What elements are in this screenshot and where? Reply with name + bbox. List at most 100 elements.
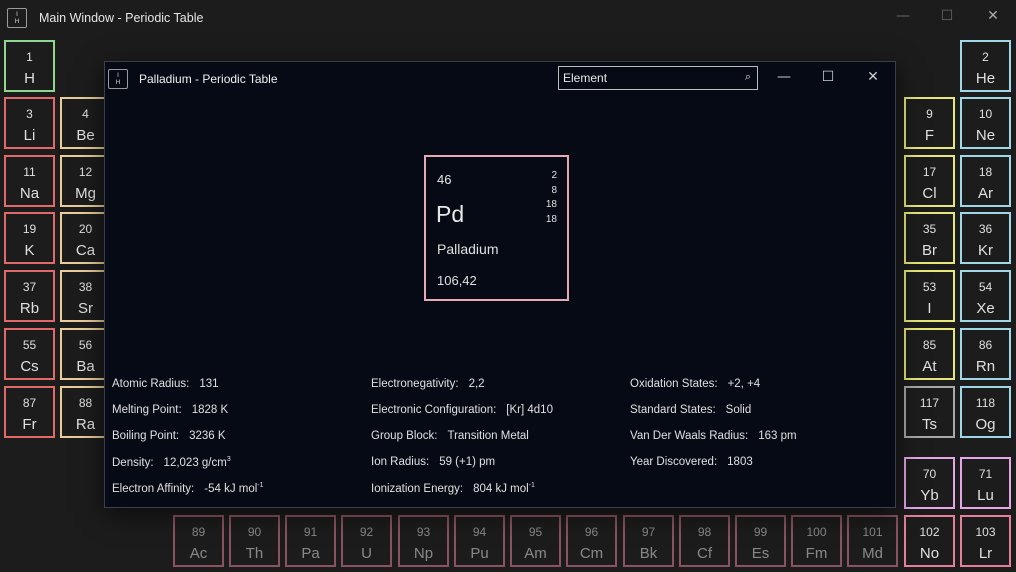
tile-atomic-number: 56 [78, 338, 93, 352]
element-tile-k[interactable]: 19 K [4, 212, 55, 264]
tile-atomic-number: 4 [82, 107, 89, 121]
prop-value: 59 (+1) pm [439, 456, 496, 468]
element-tile-th[interactable]: 90 Th [229, 515, 280, 567]
element-tile-rn[interactable]: 86 Rn [960, 328, 1011, 380]
element-tile-he[interactable]: 2 He [960, 40, 1011, 92]
main-close-button[interactable]: ✕ [970, 0, 1016, 32]
element-tile-kr[interactable]: 36 Kr [960, 212, 1011, 264]
tile-symbol: Br [922, 242, 937, 259]
main-minimize-button[interactable]: — [880, 0, 926, 32]
card-name: Palladium [437, 241, 499, 257]
element-tile-es[interactable]: 99 Es [735, 515, 786, 567]
element-card: 46 2 8 18 18 Pd Palladium 106,42 [424, 155, 569, 301]
prop-value: 1828 K [191, 404, 229, 416]
tile-symbol: Yb [920, 487, 939, 504]
tile-atomic-number: 71 [978, 467, 993, 481]
prop-value: 163 pm [758, 430, 797, 442]
search-box[interactable]: ⌕ [558, 66, 758, 90]
search-input[interactable] [563, 70, 733, 86]
element-tile-cm[interactable]: 96 Cm [566, 515, 617, 567]
prop-ion-radius: Ion Radius: 59 (+1) pm [371, 456, 495, 468]
tile-symbol: I [927, 300, 932, 317]
tile-atomic-number: 92 [359, 525, 374, 539]
prop-melting-point: Melting Point: 1828 K [112, 404, 228, 416]
element-tile-h[interactable]: 1H [4, 40, 55, 92]
tile-atomic-number: 54 [978, 280, 993, 294]
minimize-icon: — [896, 8, 910, 24]
tile-symbol: K [24, 242, 35, 259]
detail-maximize-button[interactable]: ☐ [805, 62, 851, 92]
element-tile-no[interactable]: 102 No [904, 515, 955, 567]
prop-boiling-point: Boiling Point: 3236 K [112, 430, 226, 442]
tile-atomic-number: 103 [975, 525, 996, 539]
element-tile-ac[interactable]: 89 Ac [173, 515, 224, 567]
element-tile-bk[interactable]: 97 Bk [623, 515, 674, 567]
element-tile-at[interactable]: 85 At [904, 328, 955, 380]
main-maximize-button[interactable]: ☐ [924, 0, 970, 32]
element-tile-lr[interactable]: 103 Lr [960, 515, 1011, 567]
search-icon[interactable]: ⌕ [745, 70, 751, 84]
tile-atomic-number: 55 [22, 338, 37, 352]
element-tile-u[interactable]: 92 U [341, 515, 392, 567]
element-tile-og[interactable]: 118 Og [960, 386, 1011, 438]
element-tile-br[interactable]: 35 Br [904, 212, 955, 264]
element-tile-cf[interactable]: 98 Cf [679, 515, 730, 567]
tile-symbol: Kr [978, 242, 993, 259]
element-tile-ts[interactable]: 117 Ts [904, 386, 955, 438]
electron-shells: 2 8 18 18 [546, 169, 557, 227]
prop-label: Standard States: [630, 404, 716, 416]
prop-year-discovered: Year Discovered: 1803 [630, 456, 753, 468]
tile-symbol: F [924, 127, 935, 144]
tile-atomic-number: 3 [26, 107, 33, 121]
tile-symbol: Sr [78, 300, 93, 317]
element-tile-li[interactable]: 3 Li [4, 97, 55, 149]
element-tile-cs[interactable]: 55 Cs [4, 328, 55, 380]
tile-atomic-number: 12 [78, 165, 93, 179]
element-tile-fm[interactable]: 100 Fm [791, 515, 842, 567]
element-tile-pu[interactable]: 94 Pu [454, 515, 505, 567]
element-tile-rb[interactable]: 37 Rb [4, 270, 55, 322]
tile-symbol: Bk [639, 545, 658, 562]
element-tile-pa[interactable]: 91 Pa [285, 515, 336, 567]
prop-value: 131 [199, 378, 219, 390]
tile-atomic-number: 18 [978, 165, 993, 179]
element-tile-na[interactable]: 11 Na [4, 155, 55, 207]
tile-atomic-number: 98 [697, 525, 712, 539]
maximize-icon: ☐ [940, 8, 954, 24]
tile-symbol: Pa [301, 545, 320, 562]
tile-symbol: Ra [75, 416, 96, 433]
tile-symbol: Rn [975, 358, 996, 375]
element-tile-lu[interactable]: 71 Lu [960, 457, 1011, 509]
element-tile-np[interactable]: 93 Np [398, 515, 449, 567]
detail-minimize-button[interactable]: — [761, 62, 807, 92]
element-tile-am[interactable]: 95 Am [510, 515, 561, 567]
tile-symbol: He [975, 70, 996, 87]
detail-close-button[interactable]: ✕ [850, 62, 896, 92]
element-tile-md[interactable]: 101 Md [847, 515, 898, 567]
shell-value: 8 [551, 184, 557, 196]
tile-symbol: Cl [922, 185, 937, 202]
element-tile-i[interactable]: 53 I [904, 270, 955, 322]
element-tile-ne[interactable]: 10 Ne [960, 97, 1011, 149]
element-tile-cl[interactable]: 17 Cl [904, 155, 955, 207]
tile-symbol: Ts [922, 416, 937, 433]
prop-label: Density: [112, 457, 154, 469]
tile-symbol: Lr [978, 545, 993, 562]
prop-value: Transition Metal [447, 430, 529, 442]
tile-atomic-number: 20 [78, 222, 93, 236]
element-tile-yb[interactable]: 70 Yb [904, 457, 955, 509]
prop-electronic-configuration: Electronic Configuration: [Kr] 4d10 [371, 404, 553, 416]
tile-atomic-number: 11 [23, 165, 36, 179]
element-tile-ar[interactable]: 18 Ar [960, 155, 1011, 207]
element-tile-f[interactable]: 9F [904, 97, 955, 149]
prop-group-block: Group Block: Transition Metal [371, 430, 529, 442]
prop-electron-affinity: Electron Affinity: -54 kJ mol-1 [112, 482, 264, 495]
close-icon: ✕ [987, 8, 999, 24]
tile-symbol: Pu [470, 545, 489, 562]
element-tile-fr[interactable]: 87 Fr [4, 386, 55, 438]
tile-symbol: U [361, 545, 372, 562]
prop-label: Ionization Energy: [371, 483, 464, 495]
element-tile-xe[interactable]: 54 Xe [960, 270, 1011, 322]
tile-atomic-number: 97 [641, 525, 656, 539]
prop-density: Density: 12,023 g/cm3 [112, 456, 231, 469]
